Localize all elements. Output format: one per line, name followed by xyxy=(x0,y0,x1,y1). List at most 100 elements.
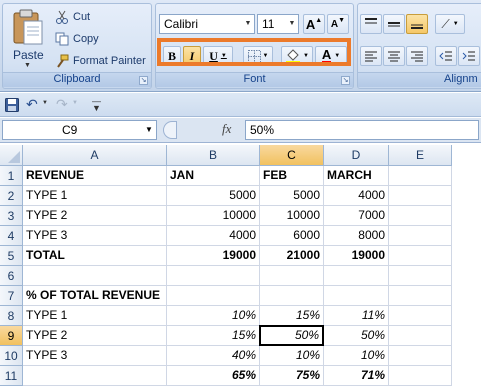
cell-b1[interactable]: JAN xyxy=(167,166,260,186)
fill-color-button[interactable]: ▼ xyxy=(281,46,313,66)
row-header-5[interactable]: 5 xyxy=(0,246,23,266)
row-header-9[interactable]: 9 xyxy=(0,326,23,346)
increase-indent-button[interactable] xyxy=(458,46,480,66)
save-icon[interactable] xyxy=(5,98,19,112)
borders-button[interactable]: ▼ xyxy=(243,46,273,66)
row-header-3[interactable]: 3 xyxy=(0,206,23,226)
function-icon[interactable]: fx xyxy=(222,121,231,137)
cell-c10[interactable]: 10% xyxy=(260,346,324,366)
row-header-6[interactable]: 6 xyxy=(0,266,23,286)
cell-c5[interactable]: 21000 xyxy=(260,246,324,266)
cell-d5[interactable]: 19000 xyxy=(324,246,389,266)
cell-e1[interactable] xyxy=(389,166,452,186)
cell-b10[interactable]: 40% xyxy=(167,346,260,366)
cell-a1[interactable]: REVENUE xyxy=(23,166,167,186)
align-left-button[interactable] xyxy=(360,46,382,66)
cell-d4[interactable]: 8000 xyxy=(324,226,389,246)
cell-c6[interactable] xyxy=(260,266,324,286)
cell-b6[interactable] xyxy=(167,266,260,286)
row-header-1[interactable]: 1 xyxy=(0,166,23,186)
cell-a3[interactable]: TYPE 2 xyxy=(23,206,167,226)
cell-a11[interactable] xyxy=(23,366,167,386)
cell-a7[interactable]: % OF TOTAL REVENUE xyxy=(23,286,167,306)
cell-a2[interactable]: TYPE 1 xyxy=(23,186,167,206)
chevron-down-icon[interactable]: ▼ xyxy=(145,125,153,134)
cell-e11[interactable] xyxy=(389,366,452,386)
cell-d1[interactable]: MARCH xyxy=(324,166,389,186)
cell-a8[interactable]: TYPE 1 xyxy=(23,306,167,326)
cell-c9[interactable]: 50% xyxy=(259,325,324,346)
cell-a4[interactable]: TYPE 3 xyxy=(23,226,167,246)
column-header-c[interactable]: C xyxy=(260,145,324,166)
align-right-button[interactable] xyxy=(406,46,428,66)
cell-c2[interactable]: 5000 xyxy=(260,186,324,206)
cell-a6[interactable] xyxy=(23,266,167,286)
font-name-dropdown[interactable]: Calibri ▼ xyxy=(159,14,255,34)
align-bottom-button[interactable] xyxy=(406,14,428,34)
formula-input[interactable]: 50% xyxy=(245,120,479,140)
cell-d2[interactable]: 4000 xyxy=(324,186,389,206)
cell-e2[interactable] xyxy=(389,186,452,206)
cell-d7[interactable] xyxy=(324,286,389,306)
decrease-indent-button[interactable] xyxy=(435,46,457,66)
row-header-11[interactable]: 11 xyxy=(0,366,23,386)
font-size-dropdown[interactable]: 11 ▼ xyxy=(257,14,299,34)
font-color-button[interactable]: A ▼ xyxy=(315,46,347,66)
cell-e3[interactable] xyxy=(389,206,452,226)
column-header-b[interactable]: B xyxy=(167,145,260,166)
chevron-down-icon[interactable]: ▼ xyxy=(42,100,48,106)
cell-d10[interactable]: 10% xyxy=(324,346,389,366)
cell-b2[interactable]: 5000 xyxy=(167,186,260,206)
cell-d6[interactable] xyxy=(324,266,389,286)
column-header-a[interactable]: A xyxy=(23,145,167,166)
cell-a5[interactable]: TOTAL xyxy=(23,246,167,266)
row-header-4[interactable]: 4 xyxy=(0,226,23,246)
cell-c8[interactable]: 15% xyxy=(260,306,324,326)
cell-e4[interactable] xyxy=(389,226,452,246)
cell-b5[interactable]: 19000 xyxy=(167,246,260,266)
row-header-7[interactable]: 7 xyxy=(0,286,23,306)
chevron-down-icon[interactable]: ▼ xyxy=(72,100,78,106)
align-middle-button[interactable] xyxy=(383,14,405,34)
cell-d9[interactable]: 50% xyxy=(324,326,389,346)
cell-e9[interactable] xyxy=(389,326,452,346)
shrink-font-button[interactable]: A ▼ xyxy=(327,14,349,34)
undo-icon[interactable]: ↶ xyxy=(26,96,38,113)
cell-c1[interactable]: FEB xyxy=(260,166,324,186)
cell-e8[interactable] xyxy=(389,306,452,326)
cell-e6[interactable] xyxy=(389,266,452,286)
underline-button[interactable]: U ▼ xyxy=(203,46,233,66)
cell-e5[interactable] xyxy=(389,246,452,266)
row-header-10[interactable]: 10 xyxy=(0,346,23,366)
cell-b11[interactable]: 65% xyxy=(167,366,260,386)
name-box[interactable]: C9 ▼ xyxy=(2,120,157,140)
column-header-e[interactable]: E xyxy=(389,145,452,166)
cell-b9[interactable]: 15% xyxy=(167,326,260,346)
grow-font-button[interactable]: A ▲ xyxy=(303,14,325,34)
cell-d8[interactable]: 11% xyxy=(324,306,389,326)
cell-b8[interactable]: 10% xyxy=(167,306,260,326)
cell-d3[interactable]: 7000 xyxy=(324,206,389,226)
align-top-button[interactable] xyxy=(360,14,382,34)
paste-button[interactable]: Paste ▼ xyxy=(7,6,49,72)
row-header-2[interactable]: 2 xyxy=(0,186,23,206)
cell-b7[interactable] xyxy=(167,286,260,306)
format-painter-button[interactable]: Format Painter xyxy=(55,52,146,70)
orientation-button[interactable]: ⟋ ▼ xyxy=(435,14,465,34)
italic-button[interactable]: I xyxy=(183,46,201,66)
align-center-button[interactable] xyxy=(383,46,405,66)
paste-dropdown-icon[interactable]: ▼ xyxy=(24,62,31,69)
redo-icon[interactable]: ↷ xyxy=(56,96,68,113)
select-all-corner[interactable] xyxy=(0,145,23,166)
cell-c11[interactable]: 75% xyxy=(260,366,324,386)
cell-e7[interactable] xyxy=(389,286,452,306)
cell-c3[interactable]: 10000 xyxy=(260,206,324,226)
cell-d11[interactable]: 71% xyxy=(324,366,389,386)
clipboard-launcher-icon[interactable]: ↘ xyxy=(139,76,148,85)
row-header-8[interactable]: 8 xyxy=(0,306,23,326)
formula-bar-splitter[interactable] xyxy=(163,121,177,139)
cell-c7[interactable] xyxy=(260,286,324,306)
cell-b4[interactable]: 4000 xyxy=(167,226,260,246)
cell-b3[interactable]: 10000 xyxy=(167,206,260,226)
cell-e10[interactable] xyxy=(389,346,452,366)
